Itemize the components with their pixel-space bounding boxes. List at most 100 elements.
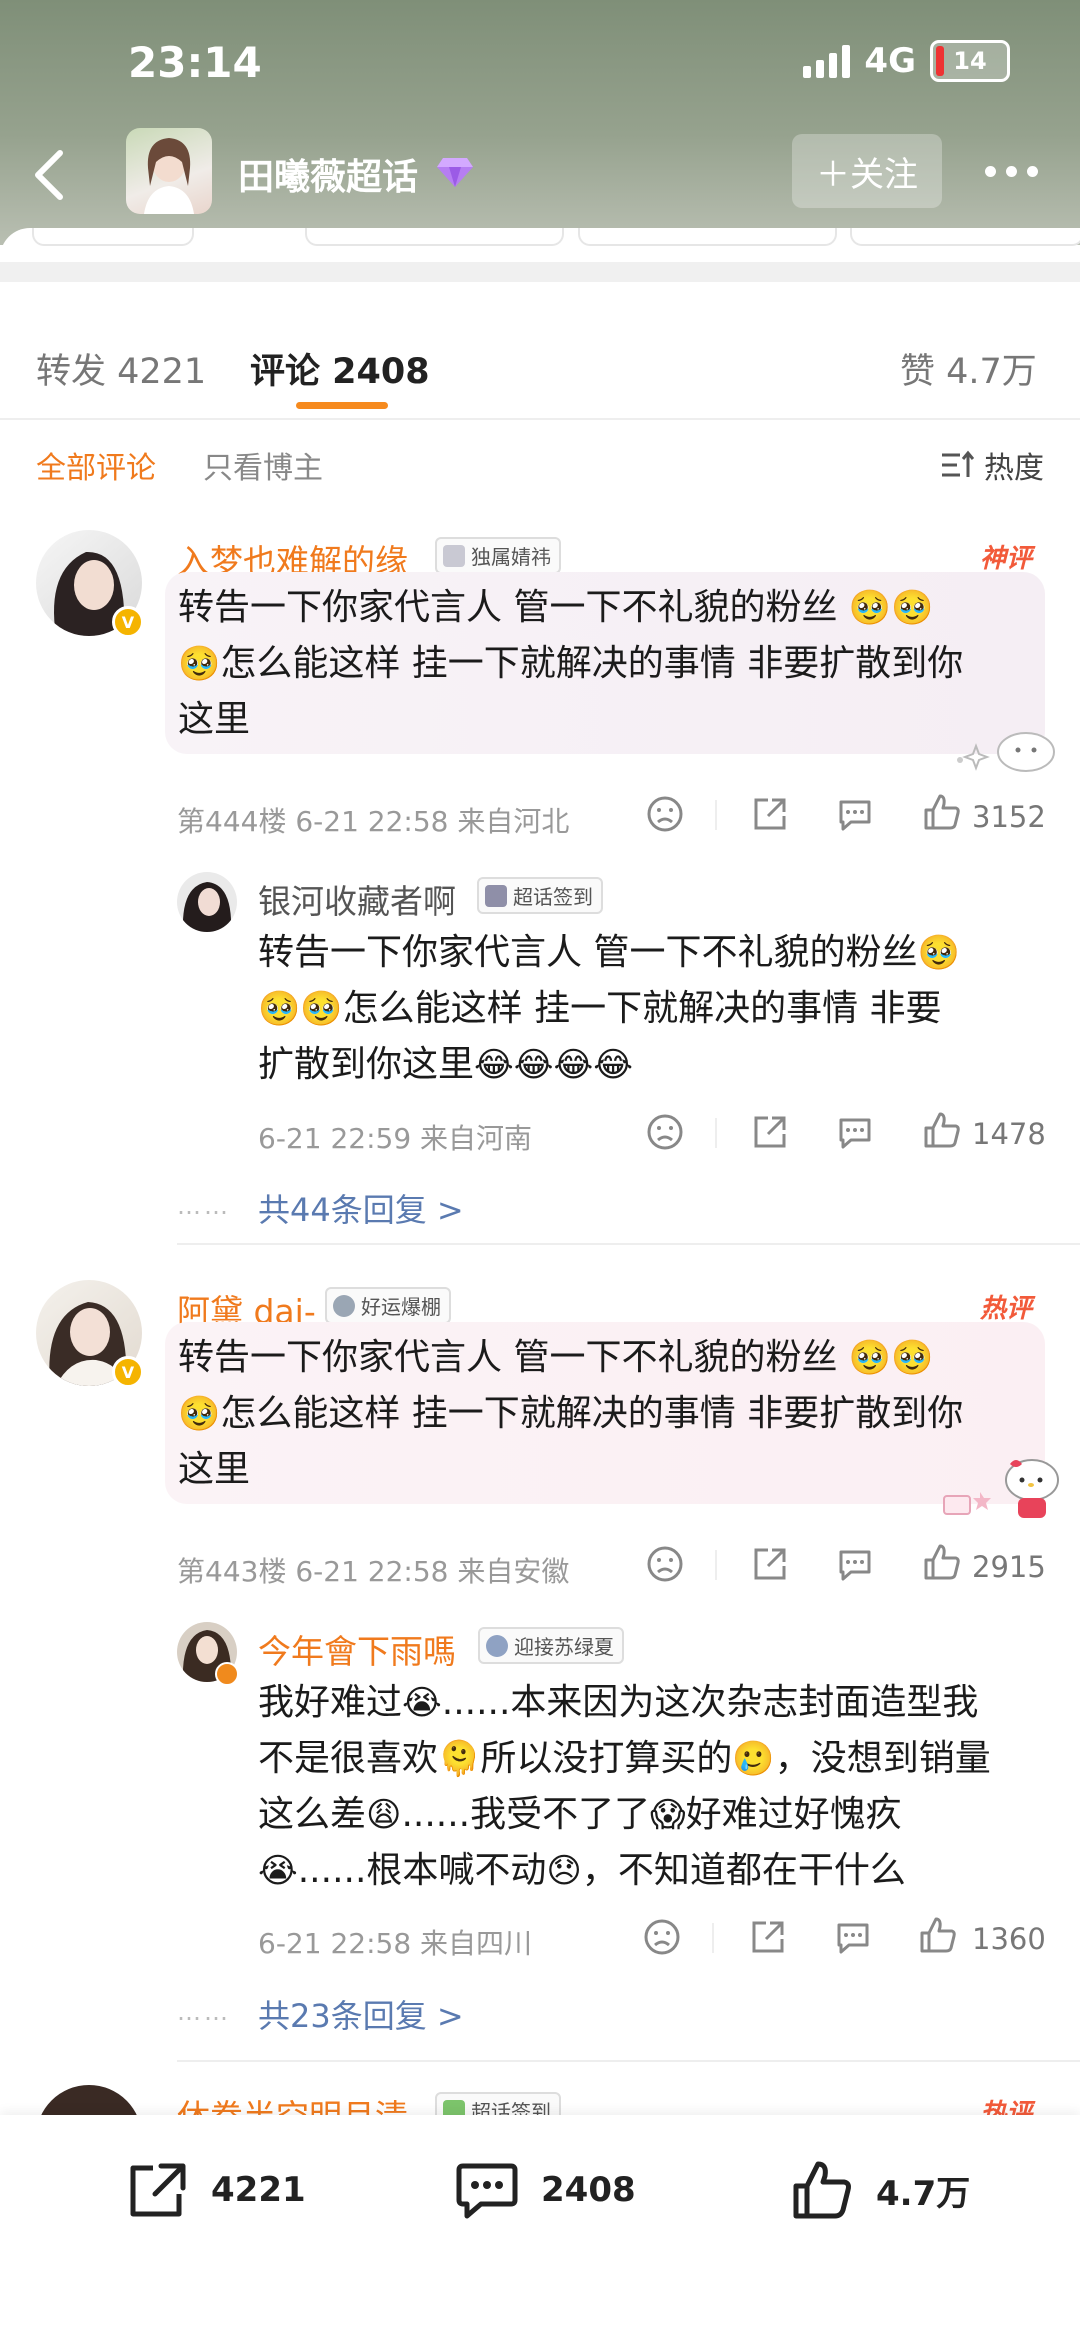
reply-text-line: ......根本喊不动 — [297, 1850, 547, 1891]
reply-text-line: 好难过好愧疚 — [685, 1794, 902, 1835]
like-count: 4.7万 — [876, 2173, 971, 2214]
sort-icon — [942, 450, 974, 477]
back-arrow-icon[interactable] — [30, 145, 70, 205]
tab-repost[interactable]: 转发 4221 — [36, 343, 206, 394]
reply-text-line: 怎么能这样 挂一下就解决的事情 非要 — [342, 988, 942, 1029]
like-icon[interactable] — [918, 1915, 958, 1955]
share-icon[interactable] — [750, 1112, 790, 1152]
weary-face-emoji: 😩 — [366, 1795, 402, 1835]
sort-button[interactable]: 热度 — [940, 443, 1044, 487]
verified-badge-icon: V — [112, 1356, 144, 1388]
comment-icon[interactable] — [833, 1917, 873, 1957]
user-tag: 迎接苏绿夏 — [478, 1627, 624, 1664]
reply-text: 转告一下你家代言人 管一下不礼貌的粉丝🥹 🥹🥹怎么能这样 挂一下就解决的事情 非… — [258, 925, 960, 1093]
comment-icon[interactable] — [835, 794, 875, 834]
divider — [177, 2060, 1080, 2062]
cat-icon — [443, 544, 465, 567]
comment-action[interactable]: 2408 — [455, 2160, 636, 2220]
tab-indicator — [296, 402, 388, 409]
comment-text-line: 怎么能这样 挂一下就解决的事情 非要扩散到你 — [220, 1393, 964, 1434]
comment-icon[interactable] — [835, 1544, 875, 1584]
reply-text-line: 转告一下你家代言人 管一下不礼貌的粉丝 — [258, 932, 918, 973]
reply-meta: 6-21 22:58 来自四川 — [258, 1927, 533, 1960]
tab-like[interactable]: 赞 4.7万 — [900, 343, 1037, 394]
tab-comment[interactable]: 评论 2408 — [250, 343, 430, 394]
reply-text-line: ，不知道都在干什么 — [581, 1850, 906, 1891]
like-action[interactable]: 4.7万 — [790, 2160, 970, 2220]
more-replies-link[interactable]: 共44条回复 > — [258, 1185, 464, 1231]
dislike-face-icon[interactable] — [645, 1112, 685, 1152]
share-icon[interactable] — [750, 794, 790, 834]
divider — [715, 1118, 717, 1148]
reply-text-line: 扩散到你这里 — [258, 1044, 475, 1085]
more-replies-link[interactable]: 共23条回复 > — [258, 1991, 464, 2037]
holding-back-tears-emoji: 🥹 — [178, 1394, 221, 1434]
divider — [0, 418, 1080, 420]
divider — [177, 1243, 1080, 1245]
laughing-crying-emoji: 😂😂😂😂 — [474, 1045, 633, 1085]
user-tag-label: 超话签到 — [513, 885, 593, 909]
replier-avatar[interactable] — [177, 872, 237, 932]
replier-name[interactable]: 今年會下雨嗎 — [258, 1625, 456, 1673]
user-tag-label: 迎接苏绿夏 — [514, 1635, 614, 1659]
like-icon[interactable] — [922, 1110, 962, 1150]
follow-button[interactable]: ＋关注 — [792, 134, 942, 208]
more-options-icon[interactable] — [985, 166, 1038, 177]
user-tag-label: 好运爆棚 — [361, 1295, 441, 1319]
comment-meta: 第444楼 6-21 22:58 来自河北 — [177, 805, 570, 838]
comment-meta: 第443楼 6-21 22:58 来自安徽 — [177, 1555, 570, 1588]
hot-comment-badge: 热评 — [980, 1294, 1033, 1324]
status-time: 23:14 — [128, 38, 262, 87]
signal-icon — [803, 44, 851, 78]
topic-avatar[interactable] — [126, 128, 212, 214]
sad-tear-emoji: 🥲 — [732, 1739, 775, 1779]
comment-text-line: 怎么能这样 挂一下就解决的事情 非要扩散到你 — [220, 643, 964, 684]
comment-text-line: 转告一下你家代言人 管一下不礼貌的粉丝 — [178, 587, 838, 628]
filter-author-only[interactable]: 只看博主 — [203, 443, 323, 487]
reply-text-line: ，没想到销量 — [774, 1738, 991, 1779]
repost-action[interactable]: 4221 — [125, 2160, 306, 2220]
filter-all-comments[interactable]: 全部评论 — [36, 443, 156, 487]
reply-text-line: ......本来因为这次杂志封面造型我 — [441, 1682, 979, 1723]
like-count: 1360 — [972, 1922, 1046, 1956]
card-edge — [850, 228, 1080, 246]
like-count: 1478 — [972, 1117, 1046, 1151]
like-icon[interactable] — [922, 1542, 962, 1582]
reply-text-line: 不是很喜欢 — [258, 1738, 439, 1779]
like-icon — [793, 2161, 851, 2219]
clover-icon — [333, 1294, 355, 1317]
reply-text-line: ......我受不了了 — [401, 1794, 651, 1835]
holding-back-tears-emoji: 🥹 — [178, 644, 221, 684]
verified-badge-icon — [215, 1662, 239, 1686]
comment-text-line: 这里 — [178, 699, 251, 740]
dotted-line: …… — [177, 1998, 231, 2026]
user-tag: 超话签到 — [477, 877, 603, 914]
replier-name[interactable]: 银河收藏者啊 — [258, 875, 456, 923]
network-type: 4G — [864, 41, 916, 81]
cat-sticker-icon — [957, 732, 1055, 772]
dotted-line: …… — [177, 1192, 231, 1220]
comment-count: 2408 — [541, 2170, 636, 2210]
like-icon[interactable] — [922, 792, 962, 832]
reply-text: 我好难过😭......本来因为这次杂志封面造型我 不是很喜欢🫠所以没打算买的🥲，… — [258, 1675, 991, 1899]
cloud-icon — [486, 1634, 508, 1657]
share-icon — [130, 2163, 186, 2217]
bottom-action-bar — [0, 2115, 1080, 2336]
dislike-face-icon[interactable] — [645, 794, 685, 834]
holding-back-tears-emoji: 🥹🥹 — [848, 1338, 934, 1378]
comment-icon[interactable] — [835, 1112, 875, 1152]
crying-emoji: 😭 — [258, 1851, 298, 1891]
comment-text: 转告一下你家代言人 管一下不礼貌的粉丝 🥹🥹 🥹怎么能这样 挂一下就解决的事情 … — [178, 580, 963, 748]
share-icon[interactable] — [750, 1544, 790, 1584]
disappointed-face-emoji: 😞 — [546, 1851, 582, 1891]
crying-emoji: 😭 — [402, 1683, 442, 1723]
checkin-icon — [485, 884, 507, 907]
holding-back-tears-emoji: 🥹🥹 — [848, 588, 934, 628]
divider-band — [0, 262, 1080, 282]
like-count: 3152 — [972, 800, 1046, 834]
holding-back-tears-emoji: 🥹 — [917, 933, 960, 973]
dislike-face-icon[interactable] — [645, 1544, 685, 1584]
share-icon[interactable] — [748, 1917, 788, 1957]
dislike-face-icon[interactable] — [642, 1917, 682, 1957]
battery-icon: 14 — [930, 40, 1010, 82]
